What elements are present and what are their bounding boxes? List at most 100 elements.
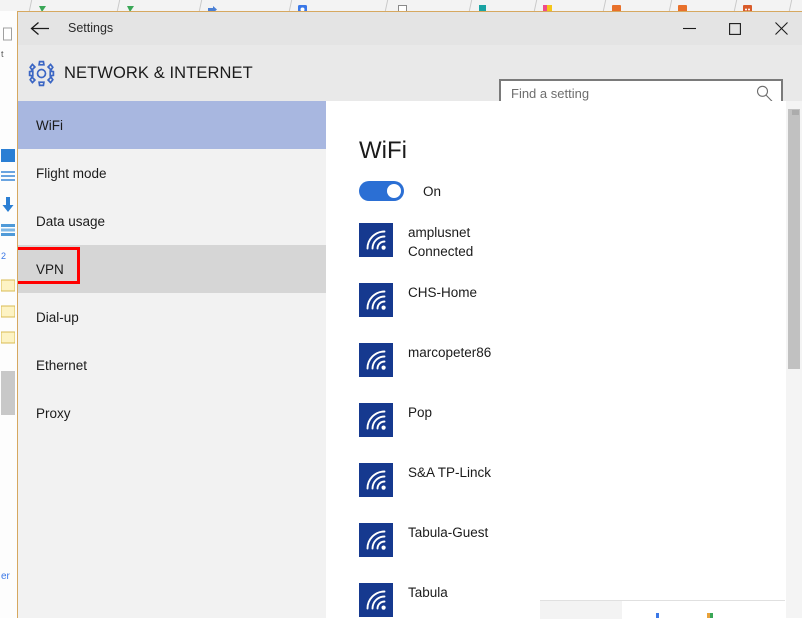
- list-item[interactable]: S&A TP-Linck: [326, 460, 802, 520]
- sidebar-item-label: Data usage: [36, 213, 106, 229]
- sidebar-item-label: Dial-up: [36, 309, 79, 325]
- bookmark-separator: [533, 0, 538, 11]
- sidebar-item-dial-up[interactable]: Dial-up: [18, 293, 326, 341]
- wifi-signal-icon: [359, 583, 393, 617]
- background-text-fragment: 2: [1, 251, 7, 261]
- sidebar-item-label: Flight mode: [36, 165, 107, 181]
- bookmark-separator: [733, 0, 738, 11]
- sidebar-item-label: WiFi: [36, 117, 63, 133]
- back-button[interactable]: [18, 12, 63, 45]
- wifi-signal-icon: [359, 223, 393, 257]
- sidebar-item-flight-mode[interactable]: Flight mode: [18, 149, 326, 197]
- background-folder-icon: [0, 279, 16, 297]
- minimize-icon: [682, 23, 696, 34]
- sidebar-item-label: Proxy: [36, 405, 71, 421]
- background-gray-block: [1, 371, 15, 420]
- network-name: S&A TP-Linck: [408, 465, 492, 480]
- network-text: Tabula-Guest: [408, 520, 488, 542]
- network-text: Pop: [408, 400, 432, 422]
- title-bar: Settings: [18, 12, 802, 45]
- network-name: marcopeter86: [408, 345, 492, 360]
- background-blue-block: [1, 149, 15, 167]
- background-bookmark-bar: [0, 0, 802, 12]
- bookmark-icon-dots: [743, 1, 752, 11]
- bookmark-separator: [602, 0, 607, 11]
- network-name: Tabula: [408, 585, 448, 600]
- list-item[interactable]: marcopeter86: [326, 340, 802, 400]
- network-text: Tabula: [408, 580, 448, 602]
- sidebar-item-vpn[interactable]: VPN: [18, 245, 326, 293]
- wifi-signal-icon: [359, 463, 393, 497]
- background-list-icon: [1, 169, 15, 187]
- list-item[interactable]: Tabula-Guest: [326, 520, 802, 580]
- background-folder-icon: [0, 305, 16, 323]
- sidebar-item-wifi[interactable]: WiFi: [18, 101, 326, 149]
- background-doc-icon: [1, 27, 15, 46]
- wifi-toggle-row: On: [359, 179, 441, 203]
- network-text: CHS-Home: [408, 280, 477, 302]
- sidebar-item-data-usage[interactable]: Data usage: [18, 197, 326, 245]
- list-item[interactable]: Pop: [326, 400, 802, 460]
- content-area: WiFi Flight mode Data usage VPN Dial-up …: [18, 101, 802, 618]
- bookmark-separator: [198, 0, 203, 11]
- panel-title: WiFi: [359, 137, 407, 165]
- network-name: amplusnet: [408, 225, 471, 240]
- vertical-scrollbar[interactable]: [786, 101, 802, 618]
- back-arrow-icon: [30, 21, 51, 36]
- bookmark-separator: [668, 0, 673, 11]
- scrollbar-thumb[interactable]: [788, 109, 800, 369]
- maximize-button[interactable]: [712, 12, 758, 45]
- minimize-button[interactable]: [666, 12, 712, 45]
- network-text: amplusnet Connected: [408, 220, 473, 261]
- wifi-signal-icon: [359, 283, 393, 317]
- background-grid-icon: [1, 223, 15, 241]
- maximize-icon: [729, 22, 741, 35]
- bookmark-icon-orange: [678, 1, 687, 11]
- list-item[interactable]: CHS-Home: [326, 280, 802, 340]
- popup-fragment-dot: [656, 613, 659, 618]
- popup-fragment-panel: [540, 601, 622, 619]
- bookmark-separator: [288, 0, 293, 11]
- bookmark-separator: [384, 0, 389, 11]
- wifi-toggle-label: On: [423, 183, 442, 199]
- network-text: marcopeter86: [408, 340, 491, 362]
- wifi-toggle[interactable]: [359, 181, 404, 201]
- bookmark-separator: [788, 0, 793, 11]
- network-name: Pop: [408, 405, 433, 420]
- bookmark-icon-green: [126, 1, 135, 11]
- bookmark-icon-arrow: [208, 1, 217, 11]
- bookmark-icon-green: [38, 1, 47, 11]
- sidebar-item-label: Ethernet: [36, 357, 88, 373]
- sidebar-item-ethernet[interactable]: Ethernet: [18, 341, 326, 389]
- background-text-fragment: er: [1, 571, 10, 582]
- network-name: Tabula-Guest: [408, 525, 489, 540]
- scrollbar-grip-icon: [792, 110, 799, 115]
- close-button[interactable]: [758, 12, 802, 45]
- page-title: NETWORK & INTERNET: [64, 64, 253, 82]
- wifi-detail-panel: WiFi On amplusnet Connected CHS-Home mar…: [326, 101, 802, 618]
- settings-window: Settings NETWORK & INTERNET Find a setti…: [18, 12, 802, 618]
- gear-icon: [18, 55, 64, 91]
- bookmark-icon-orange: [612, 1, 621, 11]
- bookmark-separator: [468, 0, 473, 11]
- background-folder-icon: [0, 331, 16, 349]
- close-icon: [774, 22, 788, 35]
- sidebar-item-proxy[interactable]: Proxy: [18, 389, 326, 437]
- network-status: Connected: [408, 244, 474, 259]
- bookmark-separator: [116, 0, 121, 11]
- sidebar-item-label: VPN: [36, 261, 64, 277]
- bookmark-icon-teal: [478, 1, 487, 11]
- wifi-signal-icon: [359, 343, 393, 377]
- bookmark-icon-pink: [543, 1, 552, 11]
- wifi-signal-icon: [359, 403, 393, 437]
- background-text-fragment: t: [1, 49, 4, 59]
- bookmark-icon-outline: [398, 1, 407, 11]
- bookmark-icon-blue: [298, 1, 307, 11]
- category-header: NETWORK & INTERNET Find a setting: [18, 45, 802, 108]
- background-popup-fragment: [540, 600, 785, 619]
- settings-sidebar: WiFi Flight mode Data usage VPN Dial-up …: [18, 101, 326, 618]
- window-title: Settings: [68, 21, 114, 35]
- search-icon[interactable]: [756, 85, 773, 102]
- list-item[interactable]: amplusnet Connected: [326, 220, 802, 280]
- wifi-signal-icon: [359, 523, 393, 557]
